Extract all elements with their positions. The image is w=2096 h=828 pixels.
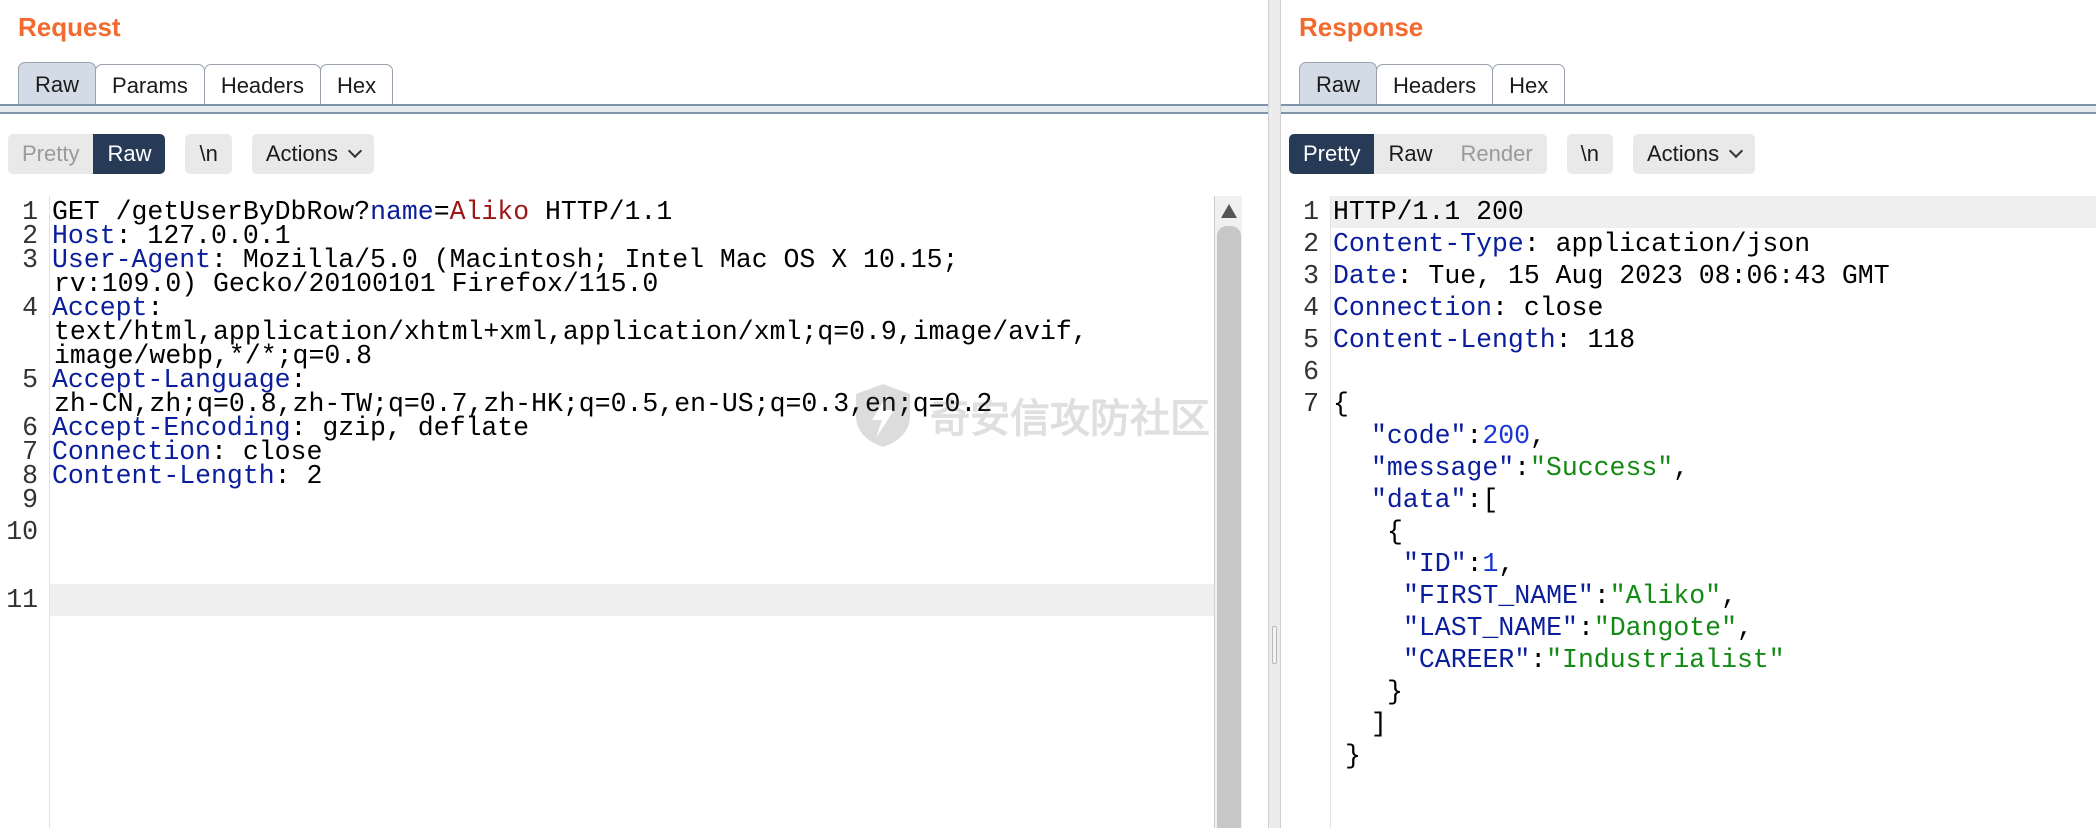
- actions-label: Actions: [265, 141, 338, 166]
- request-pane: Request Raw Params Headers Hex Pretty Ra…: [0, 0, 1268, 828]
- scrollbar-thumb[interactable]: [1217, 226, 1241, 828]
- json-line: }: [1345, 741, 1361, 771]
- json-line: "code":200,: [1371, 421, 1546, 451]
- chevron-down-icon: [347, 143, 363, 159]
- current-line-highlight: [50, 584, 1268, 616]
- raw-button[interactable]: Raw: [93, 134, 166, 174]
- json-line: ]: [1371, 709, 1387, 739]
- json-line: "CAREER":"Industrialist": [1403, 645, 1785, 675]
- pretty-button[interactable]: Pretty: [8, 134, 93, 174]
- actions-dropdown[interactable]: Actions: [251, 134, 374, 174]
- tab-divider: [1281, 104, 2096, 114]
- view-mode-toggle: Pretty Raw: [8, 134, 166, 174]
- json-line: "message":"Success",: [1371, 453, 1690, 483]
- request-tabs: Raw Params Headers Hex: [18, 62, 394, 106]
- json-line: "LAST_NAME":"Dangote",: [1403, 613, 1753, 643]
- json-line: "FIRST_NAME":"Aliko",: [1403, 581, 1737, 611]
- json-line: "data":[: [1371, 485, 1499, 515]
- tab-hex[interactable]: Hex: [1492, 64, 1566, 106]
- response-tabs: Raw Headers Hex: [1299, 62, 1566, 106]
- actions-label: Actions: [1647, 141, 1720, 166]
- tab-headers[interactable]: Headers: [1376, 64, 1494, 106]
- code-line: 11: [6, 585, 38, 615]
- json-line: }: [1387, 677, 1403, 707]
- tab-raw[interactable]: Raw: [18, 62, 97, 106]
- code-line: 3 Date: Tue, 15 Aug 2023 08:06:43 GMT: [1303, 261, 1890, 291]
- scroll-up-arrow-icon[interactable]: [1221, 204, 1237, 218]
- code-line: 7 {: [1303, 389, 1349, 419]
- response-pane: Response Raw Headers Hex Pretty Raw Rend…: [1281, 0, 2096, 828]
- code-line: 6: [1303, 357, 1319, 387]
- actions-dropdown[interactable]: Actions: [1633, 134, 1756, 174]
- response-toolbar: Pretty Raw Render \n Actions: [1289, 134, 1775, 174]
- code-line: 5 Content-Length: 118: [1303, 325, 1636, 355]
- tab-headers[interactable]: Headers: [203, 64, 321, 106]
- request-title: Request: [18, 12, 121, 42]
- json-line: "ID":1,: [1403, 549, 1515, 579]
- raw-button[interactable]: Raw: [1374, 134, 1446, 174]
- vertical-scrollbar[interactable]: [1214, 196, 1242, 828]
- code-line: 8 Content-Length: 2: [22, 461, 323, 491]
- newline-toggle-button[interactable]: \n: [1566, 134, 1613, 174]
- code-line: 2 Content-Type: application/json: [1303, 229, 1811, 259]
- newline-toggle-button[interactable]: \n: [185, 134, 232, 174]
- code-line: 4 Connection: close: [1303, 293, 1604, 323]
- view-mode-toggle: Pretty Raw Render: [1289, 134, 1547, 174]
- code-line: 9: [22, 485, 38, 515]
- tab-hex[interactable]: Hex: [319, 64, 394, 106]
- code-line: 1 HTTP/1.1 200: [1303, 197, 1524, 227]
- tab-params[interactable]: Params: [95, 64, 205, 106]
- request-toolbar: Pretty Raw \n Actions: [8, 134, 394, 174]
- pretty-button[interactable]: Pretty: [1289, 134, 1375, 174]
- splitter-grip-handle[interactable]: [1272, 626, 1277, 664]
- request-editor[interactable]: 1 GET /getUserByDbRow?name=Aliko HTTP/1.…: [0, 196, 1268, 828]
- json-line: {: [1387, 517, 1403, 547]
- chevron-down-icon: [1729, 143, 1744, 159]
- tab-divider: [0, 104, 1268, 114]
- code-line: 10: [6, 517, 38, 547]
- tab-raw[interactable]: Raw: [1299, 62, 1378, 106]
- pane-splitter[interactable]: [1268, 0, 1281, 828]
- render-button[interactable]: Render: [1446, 134, 1546, 174]
- response-title: Response: [1299, 12, 1424, 42]
- response-editor[interactable]: 1 HTTP/1.1 200 2 Content-Type: applicati…: [1281, 196, 2096, 828]
